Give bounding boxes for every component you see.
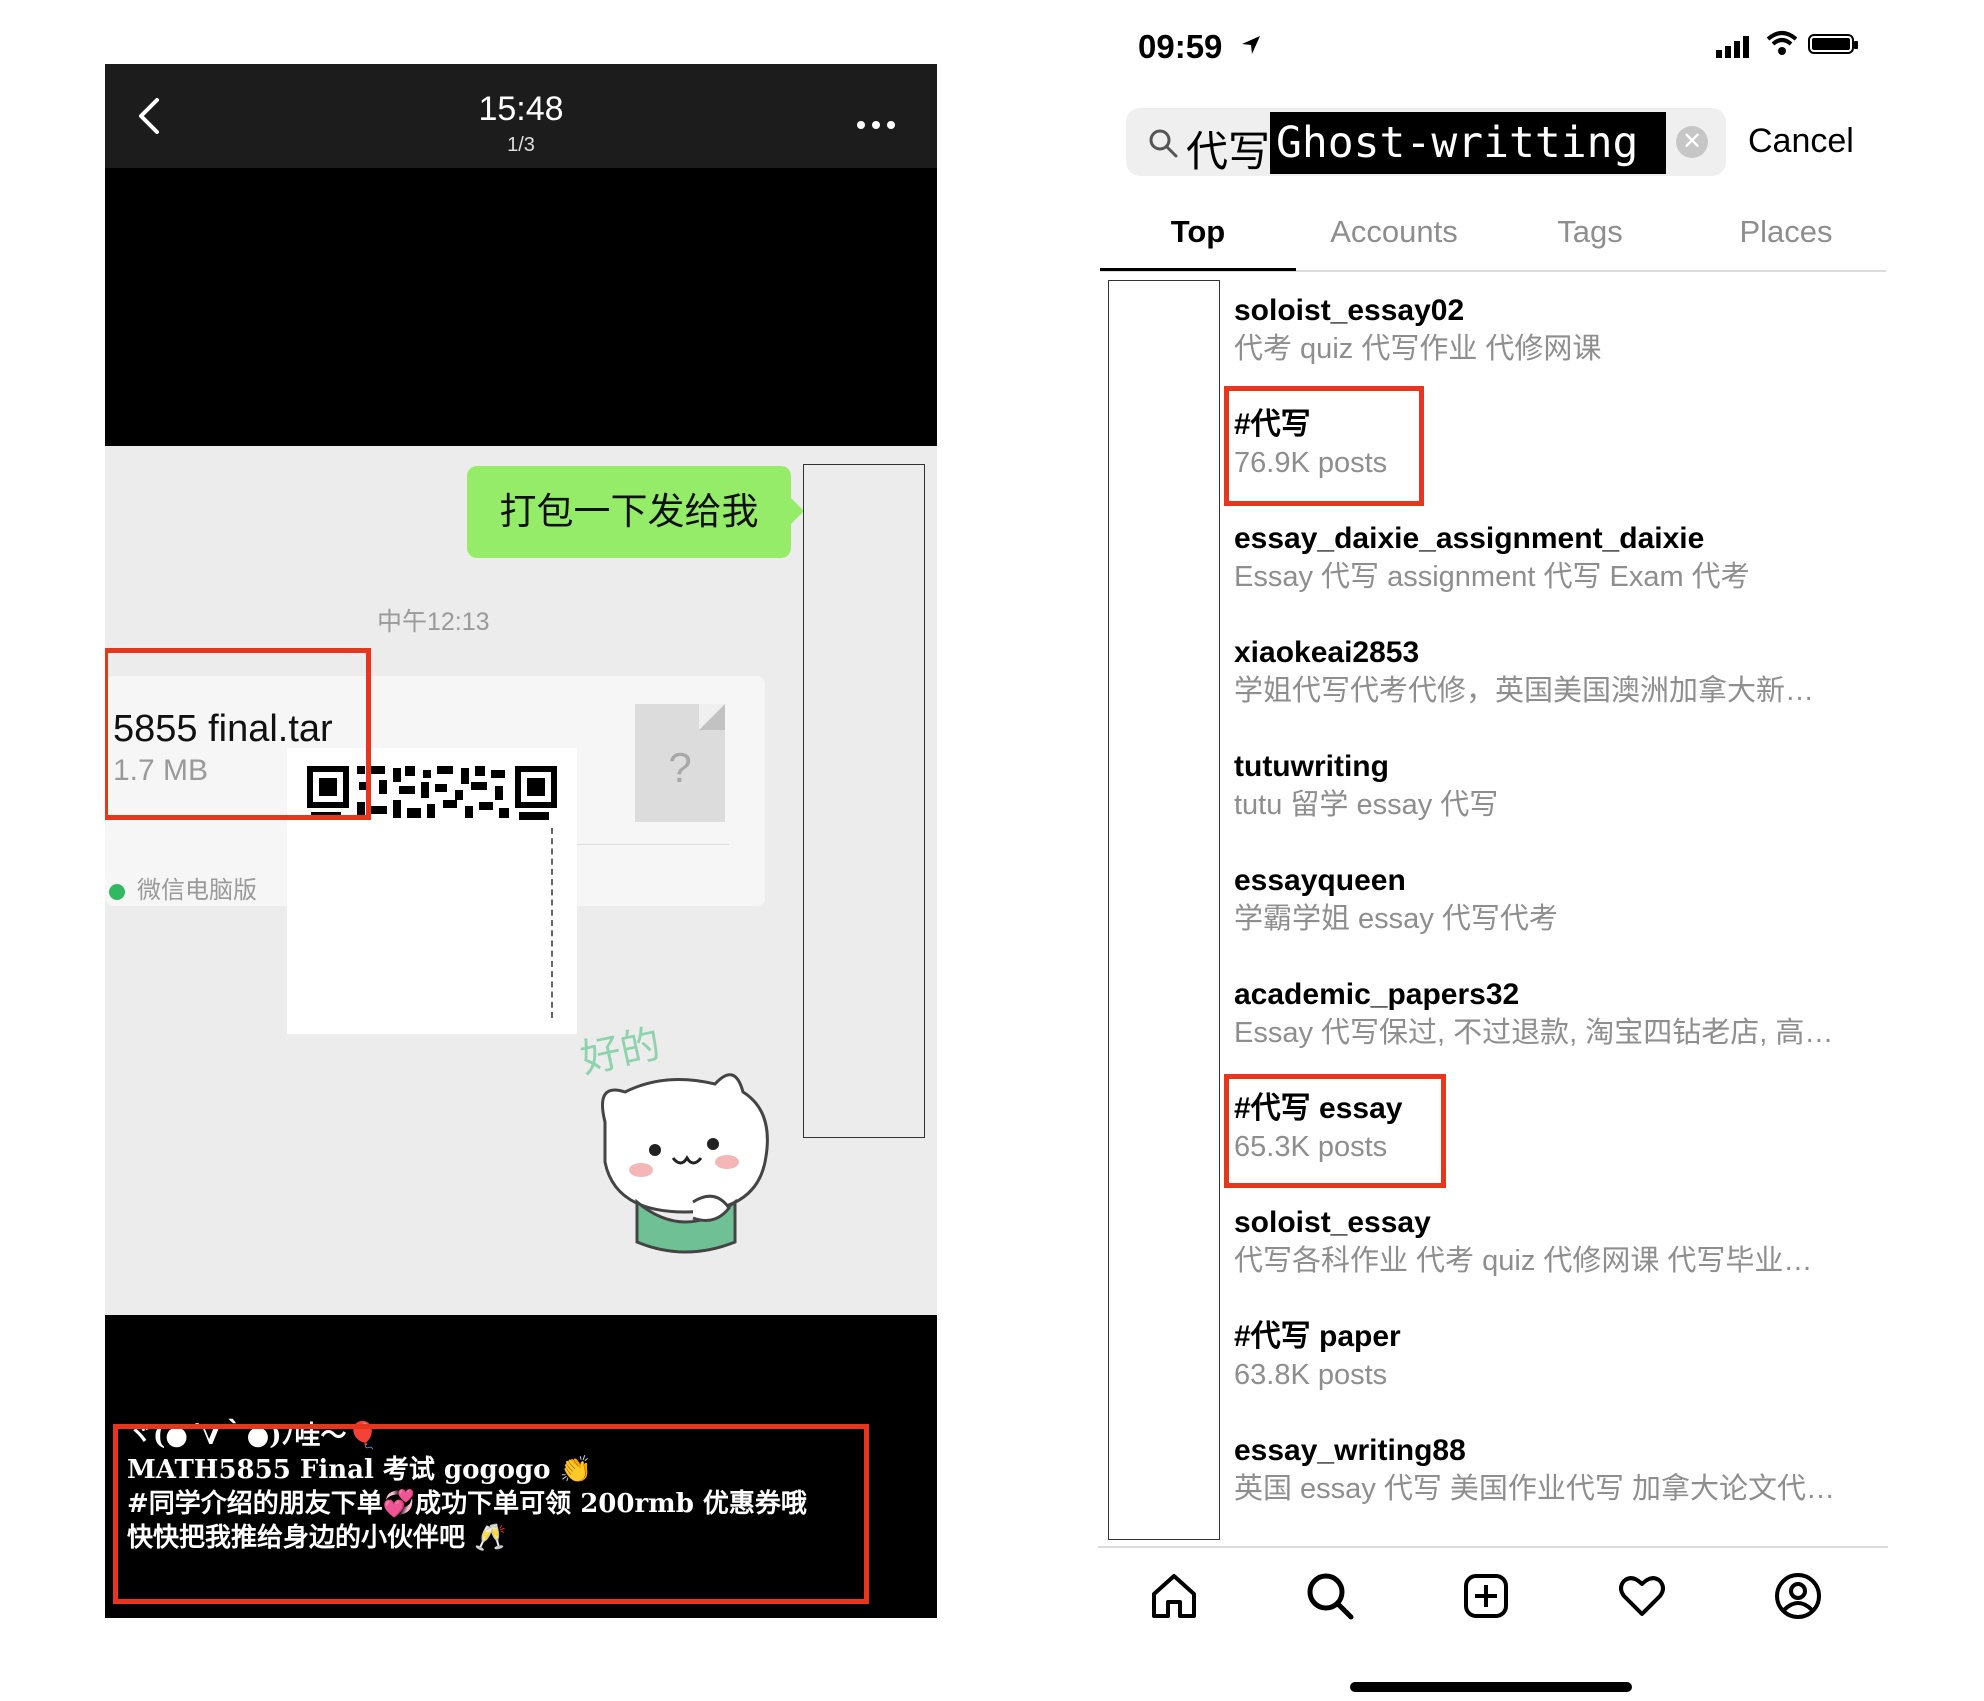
avatar-column-placeholder xyxy=(1108,280,1220,1540)
svg-text:好的: 好的 xyxy=(577,1021,665,1083)
profile-icon[interactable] xyxy=(1772,1570,1824,1622)
bottom-nav-divider xyxy=(1098,1546,1888,1548)
result-subtitle: tutu 留学 essay 代写 xyxy=(1234,789,1499,821)
wechat-icon xyxy=(109,883,125,900)
page-indicator: 1/3 xyxy=(507,134,535,156)
image-placeholder-box xyxy=(803,464,925,1138)
cellular-signal-icon xyxy=(1716,36,1749,58)
result-name: essayqueen xyxy=(1234,864,1406,897)
result-item[interactable]: tutuwriting tutu 留学 essay 代写 xyxy=(1234,748,1874,824)
status-time: 09:59 xyxy=(1138,28,1223,65)
highlight-box-caption xyxy=(113,1424,869,1604)
result-subtitle: Essay 代写保过, 不过退款, 淘宝四钻老店, 高… xyxy=(1234,1017,1834,1049)
sent-message-bubble[interactable]: 打包一下发给我 xyxy=(467,466,791,558)
result-item[interactable]: xiaokeai2853 学姐代写代考代修，英国美国澳洲加拿大新… xyxy=(1234,634,1874,710)
message-timestamp: 中午12:13 xyxy=(377,608,490,636)
result-name: soloist_essay02 xyxy=(1234,294,1465,327)
wechat-file-screenshot: 15:48 1/3 打包一下发给我 中午12:13 5855 final.tar… xyxy=(105,64,937,1618)
result-subtitle: 63.8K posts xyxy=(1234,1359,1388,1391)
location-arrow-icon xyxy=(1242,36,1260,54)
new-post-icon[interactable] xyxy=(1460,1570,1512,1622)
result-item[interactable]: soloist_essay02 代考 quiz 代写作业 代修网课 xyxy=(1234,292,1874,368)
result-name: essay_daixie_assignment_daixie xyxy=(1234,522,1705,555)
viewer-time: 15:48 xyxy=(478,90,564,128)
result-name: #代写 paper xyxy=(1234,1320,1401,1353)
cat-sticker: 好的 xyxy=(577,1021,769,1254)
result-subtitle: 代考 quiz 代写作业 代修网课 xyxy=(1234,333,1602,365)
cancel-button[interactable]: Cancel xyxy=(1748,122,1854,161)
home-indicator[interactable] xyxy=(1350,1682,1632,1692)
home-icon[interactable] xyxy=(1148,1570,1200,1622)
clear-search-icon[interactable]: ✕ xyxy=(1676,126,1708,158)
result-item[interactable]: #代写 paper 63.8K posts xyxy=(1234,1318,1874,1394)
result-name: essay_writing88 xyxy=(1234,1434,1466,1467)
result-name: academic_papers32 xyxy=(1234,978,1520,1011)
result-name: tutuwriting xyxy=(1234,750,1389,783)
wifi-icon xyxy=(1766,31,1798,55)
chat-area: 打包一下发给我 中午12:13 5855 final.tar 1.7 MB ? … xyxy=(105,446,937,1315)
result-subtitle: 代写各科作业 代考 quiz 代修网课 代写毕业… xyxy=(1234,1245,1813,1277)
result-subtitle: 学霸学姐 essay 代写代考 xyxy=(1234,903,1558,935)
result-item[interactable]: academic_papers32 Essay 代写保过, 不过退款, 淘宝四钻… xyxy=(1234,976,1874,1052)
result-item[interactable]: essay_writing88 英国 essay 代写 美国作业代写 加拿大论文… xyxy=(1234,1432,1874,1508)
result-item[interactable]: soloist_essay 代写各科作业 代考 quiz 代修网课 代写毕业… xyxy=(1234,1204,1874,1280)
highlight-box-file xyxy=(105,648,371,820)
card-divider xyxy=(569,844,729,845)
search-field[interactable]: 代写 Ghost-writting ✕ xyxy=(1126,108,1726,176)
search-query-prefix: 代写 xyxy=(1186,128,1271,175)
activity-heart-icon[interactable] xyxy=(1616,1570,1668,1622)
more-options-icon[interactable] xyxy=(857,116,902,134)
highlight-box-tag-daixie-essay xyxy=(1224,1074,1446,1188)
battery-icon xyxy=(1808,34,1858,54)
highlight-box-tag-daixie xyxy=(1224,386,1424,506)
search-icon xyxy=(1149,129,1178,158)
result-subtitle: 学姐代写代考代修，英国美国澳洲加拿大新… xyxy=(1234,675,1815,707)
result-subtitle: Essay 代写 assignment 代写 Exam 代考 xyxy=(1234,561,1750,593)
result-item[interactable]: essay_daixie_assignment_daixie Essay 代写 … xyxy=(1234,520,1874,596)
result-subtitle: 英国 essay 代写 美国作业代写 加拿大论文代… xyxy=(1234,1473,1835,1505)
result-name: soloist_essay xyxy=(1234,1206,1431,1239)
search-icon[interactable] xyxy=(1304,1570,1356,1622)
result-item[interactable]: essayqueen 学霸学姐 essay 代写代考 xyxy=(1234,862,1874,938)
tab-places[interactable]: Places xyxy=(1688,214,1884,250)
tab-accounts[interactable]: Accounts xyxy=(1296,214,1492,250)
unknown-file-icon: ? xyxy=(635,704,725,822)
result-name: xiaokeai2853 xyxy=(1234,636,1420,669)
tab-top[interactable]: Top xyxy=(1100,214,1296,250)
tab-tags[interactable]: Tags xyxy=(1492,214,1688,250)
instagram-search-screenshot: 09:59 代写 Ghost-writting ✕ Cancel Top Acc… xyxy=(1088,0,1898,1701)
search-query-highlight: Ghost-writting xyxy=(1270,112,1666,174)
source-app-label: 微信电脑版 xyxy=(109,870,257,905)
active-tab-indicator xyxy=(1100,268,1296,271)
